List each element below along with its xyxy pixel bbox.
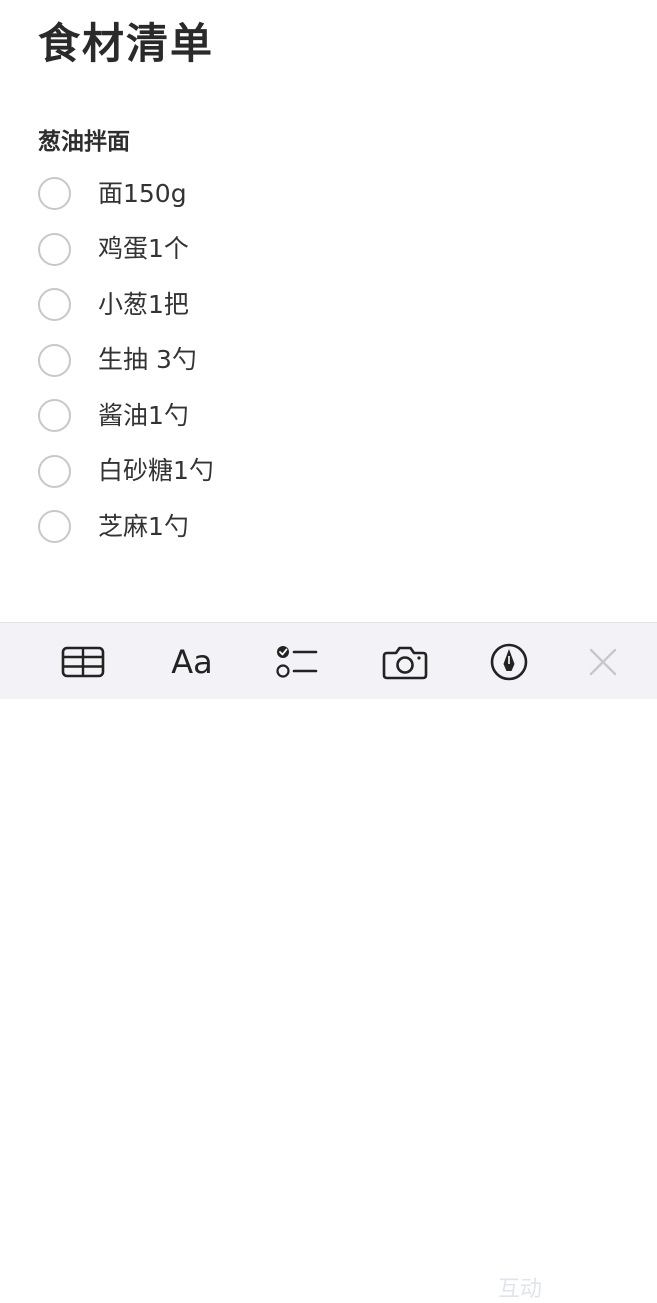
checklist: 面150g 鸡蛋1个 小葱1把 生抽 3勺 酱油1勺 白砂糖1勺 芝麻1勺 xyxy=(38,166,214,555)
checkbox-circle[interactable] xyxy=(38,343,71,377)
format-button[interactable]: Aa xyxy=(164,637,220,687)
checklist-item-label[interactable]: 面150g xyxy=(98,177,187,211)
checklist-icon xyxy=(274,642,320,682)
checklist-item-label[interactable]: 小葱1把 xyxy=(98,288,189,322)
checklist-item: 白砂糖1勺 xyxy=(38,444,214,500)
checkbox-circle[interactable] xyxy=(38,177,71,211)
format-label: Aa xyxy=(171,643,213,681)
watermark: 互动 xyxy=(498,1277,543,1302)
checkbox-circle[interactable] xyxy=(38,399,71,433)
checklist-item: 芝麻1勺 xyxy=(38,499,214,555)
checklist-item: 小葱1把 xyxy=(38,277,214,333)
close-button[interactable] xyxy=(578,637,628,687)
checklist-item: 生抽 3勺 xyxy=(38,333,214,389)
checklist-item-label[interactable]: 芝麻1勺 xyxy=(98,510,189,544)
checklist-item: 酱油1勺 xyxy=(38,388,214,444)
checkbox-circle[interactable] xyxy=(38,232,71,266)
close-icon xyxy=(585,644,621,680)
note-body[interactable]: 食材清单 葱油拌面 面150g 鸡蛋1个 小葱1把 生抽 3勺 酱油1勺 白砂糖… xyxy=(0,0,657,622)
checklist-item: 鸡蛋1个 xyxy=(38,222,214,278)
checkbox-circle[interactable] xyxy=(38,510,71,544)
checkbox-circle[interactable] xyxy=(38,454,71,488)
markup-pen-icon xyxy=(487,640,531,684)
table-icon xyxy=(60,644,106,680)
checklist-item-label[interactable]: 生抽 3勺 xyxy=(98,343,197,377)
note-title[interactable]: 食材清单 xyxy=(38,16,214,72)
checklist-item-label[interactable]: 酱油1勺 xyxy=(98,399,189,433)
camera-icon xyxy=(381,642,429,682)
checkbox-circle[interactable] xyxy=(38,288,71,322)
camera-button[interactable] xyxy=(380,637,430,687)
markup-button[interactable] xyxy=(484,637,534,687)
table-button[interactable] xyxy=(58,637,108,687)
keyboard-toolbar: Aa 互动 xyxy=(0,622,657,1302)
checklist-item-label[interactable]: 鸡蛋1个 xyxy=(98,232,189,266)
checklist-item-label[interactable]: 白砂糖1勺 xyxy=(98,454,214,488)
section-heading[interactable]: 葱油拌面 xyxy=(38,126,130,158)
checklist-button[interactable] xyxy=(272,637,322,687)
checklist-item: 面150g xyxy=(38,166,214,222)
